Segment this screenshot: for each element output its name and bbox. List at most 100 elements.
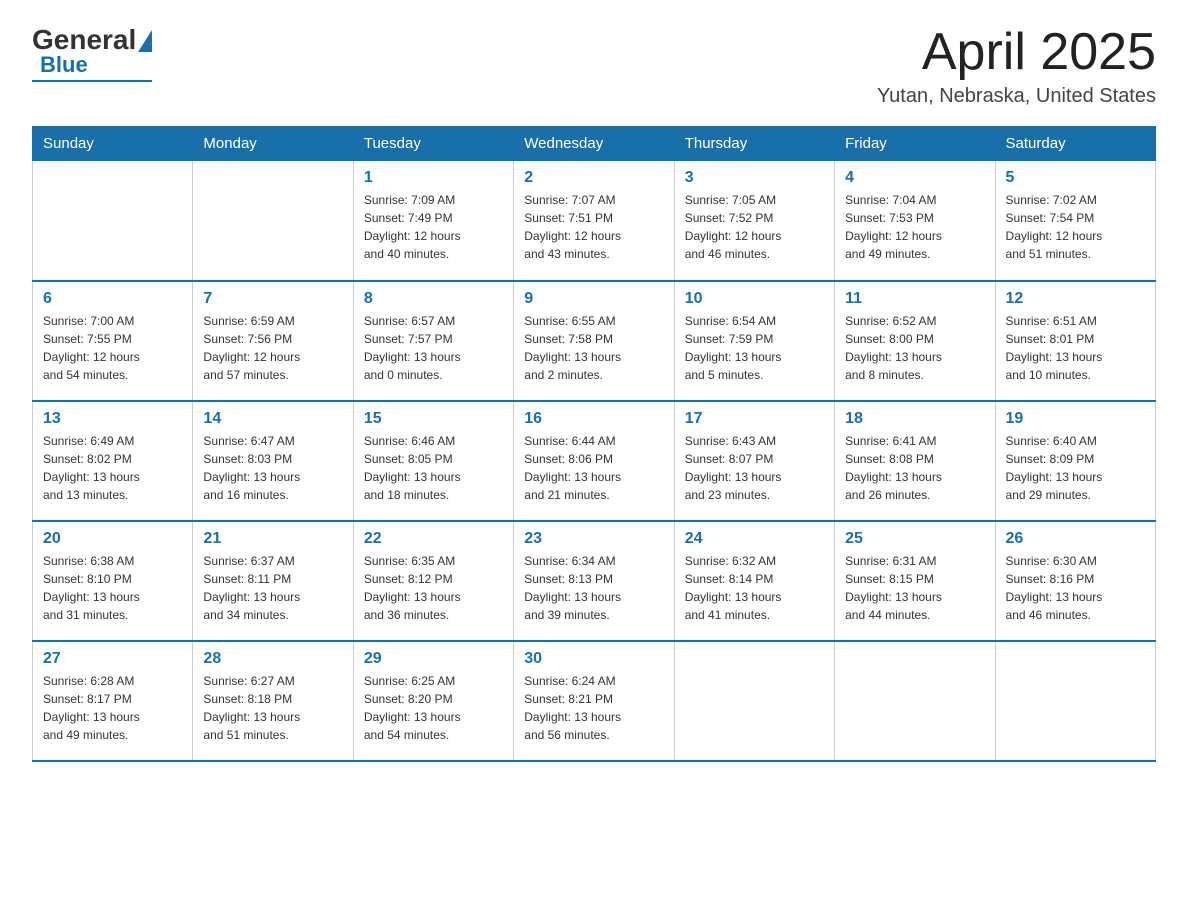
day-info: Sunrise: 7:00 AM Sunset: 7:55 PM Dayligh… — [43, 312, 182, 384]
calendar-table: SundayMondayTuesdayWednesdayThursdayFrid… — [32, 126, 1156, 762]
calendar-week-row: 6 Sunrise: 7:00 AM Sunset: 7:55 PM Daylig… — [33, 281, 1156, 401]
day-info: Sunrise: 7:04 AM Sunset: 7:53 PM Dayligh… — [845, 191, 984, 263]
calendar-day-cell — [33, 161, 193, 281]
calendar-day-cell: 4 Sunrise: 7:04 AM Sunset: 7:53 PM Daylig… — [835, 161, 995, 281]
day-number: 23 — [524, 530, 663, 548]
page-header: General Blue April 2025 Yutan, Nebraska,… — [32, 24, 1156, 108]
day-number: 5 — [1006, 169, 1145, 187]
calendar-day-cell: 22 Sunrise: 6:35 AM Sunset: 8:12 PM Dayli… — [353, 521, 513, 641]
day-number: 14 — [203, 410, 342, 428]
day-info: Sunrise: 7:09 AM Sunset: 7:49 PM Dayligh… — [364, 191, 503, 263]
calendar-day-cell: 29 Sunrise: 6:25 AM Sunset: 8:20 PM Dayli… — [353, 641, 513, 761]
day-info: Sunrise: 6:55 AM Sunset: 7:58 PM Dayligh… — [524, 312, 663, 384]
day-number: 3 — [685, 169, 824, 187]
day-number: 2 — [524, 169, 663, 187]
calendar-day-cell: 7 Sunrise: 6:59 AM Sunset: 7:56 PM Daylig… — [193, 281, 353, 401]
day-info: Sunrise: 6:32 AM Sunset: 8:14 PM Dayligh… — [685, 552, 824, 624]
calendar-day-cell: 12 Sunrise: 6:51 AM Sunset: 8:01 PM Dayli… — [995, 281, 1155, 401]
day-info: Sunrise: 6:51 AM Sunset: 8:01 PM Dayligh… — [1006, 312, 1145, 384]
day-number: 18 — [845, 410, 984, 428]
day-info: Sunrise: 7:05 AM Sunset: 7:52 PM Dayligh… — [685, 191, 824, 263]
calendar-day-cell: 3 Sunrise: 7:05 AM Sunset: 7:52 PM Daylig… — [674, 161, 834, 281]
calendar-day-cell — [193, 161, 353, 281]
title-section: April 2025 Yutan, Nebraska, United State… — [877, 24, 1156, 108]
day-info: Sunrise: 6:59 AM Sunset: 7:56 PM Dayligh… — [203, 312, 342, 384]
day-number: 9 — [524, 290, 663, 308]
day-info: Sunrise: 6:24 AM Sunset: 8:21 PM Dayligh… — [524, 672, 663, 744]
calendar-day-cell: 13Sunrise: 6:49 AM Sunset: 8:02 PM Dayli… — [33, 401, 193, 521]
day-info: Sunrise: 6:34 AM Sunset: 8:13 PM Dayligh… — [524, 552, 663, 624]
day-number: 7 — [203, 290, 342, 308]
day-number: 6 — [43, 290, 182, 308]
calendar-day-cell: 20 Sunrise: 6:38 AM Sunset: 8:10 PM Dayli… — [33, 521, 193, 641]
day-number: 26 — [1006, 530, 1145, 548]
day-number: 22 — [364, 530, 503, 548]
day-number: 28 — [203, 650, 342, 668]
calendar-day-cell: 9 Sunrise: 6:55 AM Sunset: 7:58 PM Daylig… — [514, 281, 674, 401]
calendar-day-cell: 18 Sunrise: 6:41 AM Sunset: 8:08 PM Dayli… — [835, 401, 995, 521]
day-number: 8 — [364, 290, 503, 308]
day-info: Sunrise: 6:41 AM Sunset: 8:08 PM Dayligh… — [845, 432, 984, 504]
logo-underline — [32, 80, 152, 82]
day-number: 17 — [685, 410, 824, 428]
day-info: Sunrise: 7:02 AM Sunset: 7:54 PM Dayligh… — [1006, 191, 1145, 263]
calendar-day-cell: 15 Sunrise: 6:46 AM Sunset: 8:05 PM Dayli… — [353, 401, 513, 521]
location-title: Yutan, Nebraska, United States — [877, 85, 1156, 108]
calendar-day-cell: 6 Sunrise: 7:00 AM Sunset: 7:55 PM Daylig… — [33, 281, 193, 401]
calendar-day-cell: 21 Sunrise: 6:37 AM Sunset: 8:11 PM Dayli… — [193, 521, 353, 641]
logo: General Blue — [32, 24, 152, 82]
calendar-day-cell — [995, 641, 1155, 761]
day-number: 4 — [845, 169, 984, 187]
day-number: 20 — [43, 530, 182, 548]
day-info: Sunrise: 6:57 AM Sunset: 7:57 PM Dayligh… — [364, 312, 503, 384]
day-info: Sunrise: 6:30 AM Sunset: 8:16 PM Dayligh… — [1006, 552, 1145, 624]
month-title: April 2025 — [877, 24, 1156, 81]
calendar-week-row: 27 Sunrise: 6:28 AM Sunset: 8:17 PM Dayli… — [33, 641, 1156, 761]
day-number: 30 — [524, 650, 663, 668]
day-number: 24 — [685, 530, 824, 548]
day-info: Sunrise: 6:25 AM Sunset: 8:20 PM Dayligh… — [364, 672, 503, 744]
calendar-day-cell: 24 Sunrise: 6:32 AM Sunset: 8:14 PM Dayli… — [674, 521, 834, 641]
day-info: Sunrise: 6:54 AM Sunset: 7:59 PM Dayligh… — [685, 312, 824, 384]
day-number: 25 — [845, 530, 984, 548]
calendar-weekday-header: Monday — [193, 127, 353, 161]
calendar-header-row: SundayMondayTuesdayWednesdayThursdayFrid… — [33, 127, 1156, 161]
calendar-day-cell: 25Sunrise: 6:31 AM Sunset: 8:15 PM Dayli… — [835, 521, 995, 641]
calendar-week-row: 1 Sunrise: 7:09 AM Sunset: 7:49 PM Daylig… — [33, 161, 1156, 281]
day-info: Sunrise: 7:07 AM Sunset: 7:51 PM Dayligh… — [524, 191, 663, 263]
calendar-weekday-header: Friday — [835, 127, 995, 161]
logo-blue-text: Blue — [40, 52, 88, 78]
calendar-day-cell: 28 Sunrise: 6:27 AM Sunset: 8:18 PM Dayli… — [193, 641, 353, 761]
calendar-day-cell: 1 Sunrise: 7:09 AM Sunset: 7:49 PM Daylig… — [353, 161, 513, 281]
day-number: 29 — [364, 650, 503, 668]
day-number: 21 — [203, 530, 342, 548]
day-number: 16 — [524, 410, 663, 428]
calendar-day-cell: 5 Sunrise: 7:02 AM Sunset: 7:54 PM Daylig… — [995, 161, 1155, 281]
calendar-day-cell: 26 Sunrise: 6:30 AM Sunset: 8:16 PM Dayli… — [995, 521, 1155, 641]
day-info: Sunrise: 6:46 AM Sunset: 8:05 PM Dayligh… — [364, 432, 503, 504]
day-info: Sunrise: 6:37 AM Sunset: 8:11 PM Dayligh… — [203, 552, 342, 624]
calendar-day-cell: 11 Sunrise: 6:52 AM Sunset: 8:00 PM Dayli… — [835, 281, 995, 401]
day-number: 11 — [845, 290, 984, 308]
day-number: 19 — [1006, 410, 1145, 428]
calendar-day-cell: 27 Sunrise: 6:28 AM Sunset: 8:17 PM Dayli… — [33, 641, 193, 761]
calendar-week-row: 20 Sunrise: 6:38 AM Sunset: 8:10 PM Dayli… — [33, 521, 1156, 641]
day-info: Sunrise: 6:28 AM Sunset: 8:17 PM Dayligh… — [43, 672, 182, 744]
day-number: 15 — [364, 410, 503, 428]
day-info: Sunrise: 6:52 AM Sunset: 8:00 PM Dayligh… — [845, 312, 984, 384]
day-info: Sunrise: 6:38 AM Sunset: 8:10 PM Dayligh… — [43, 552, 182, 624]
day-info: Sunrise: 6:47 AM Sunset: 8:03 PM Dayligh… — [203, 432, 342, 504]
day-info: Sunrise: 6:44 AM Sunset: 8:06 PM Dayligh… — [524, 432, 663, 504]
calendar-day-cell: 30 Sunrise: 6:24 AM Sunset: 8:21 PM Dayli… — [514, 641, 674, 761]
day-info: Sunrise: 6:35 AM Sunset: 8:12 PM Dayligh… — [364, 552, 503, 624]
day-number: 12 — [1006, 290, 1145, 308]
calendar-day-cell: 2 Sunrise: 7:07 AM Sunset: 7:51 PM Daylig… — [514, 161, 674, 281]
day-info: Sunrise: 6:27 AM Sunset: 8:18 PM Dayligh… — [203, 672, 342, 744]
day-info: Sunrise: 6:43 AM Sunset: 8:07 PM Dayligh… — [685, 432, 824, 504]
calendar-day-cell — [835, 641, 995, 761]
day-info: Sunrise: 6:40 AM Sunset: 8:09 PM Dayligh… — [1006, 432, 1145, 504]
calendar-day-cell: 16 Sunrise: 6:44 AM Sunset: 8:06 PM Dayli… — [514, 401, 674, 521]
day-number: 27 — [43, 650, 182, 668]
day-number: 1 — [364, 169, 503, 187]
day-number: 13 — [43, 410, 182, 428]
